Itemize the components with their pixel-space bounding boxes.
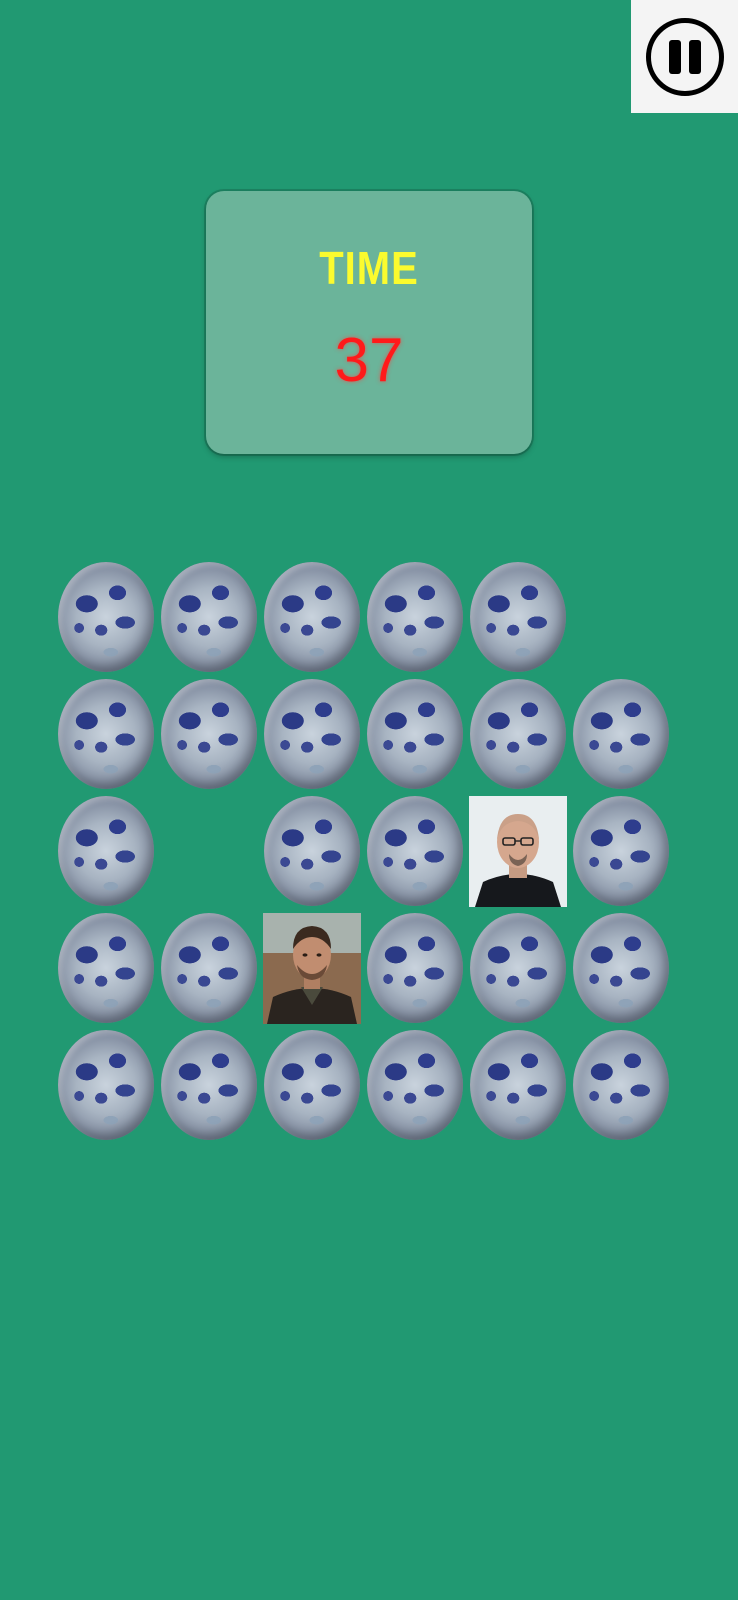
moon-card[interactable] [470, 1030, 566, 1140]
moon-card[interactable] [58, 796, 154, 906]
moon-card[interactable] [573, 913, 669, 1023]
moon-card[interactable] [470, 913, 566, 1023]
pause-button[interactable] [631, 0, 738, 113]
timer-value: 37 [334, 326, 404, 395]
pause-icon [645, 17, 724, 96]
moon-card[interactable] [161, 913, 257, 1023]
moon-card[interactable] [58, 562, 154, 672]
moon-card[interactable] [573, 679, 669, 789]
face-young-man-card[interactable] [263, 913, 361, 1024]
moon-card[interactable] [58, 913, 154, 1023]
moon-card[interactable] [264, 562, 360, 672]
timer-label: TIME [319, 243, 419, 295]
moon-card[interactable] [367, 1030, 463, 1140]
moon-card[interactable] [161, 1030, 257, 1140]
moon-card[interactable] [573, 796, 669, 906]
card-grid [58, 562, 682, 1142]
moon-card[interactable] [367, 562, 463, 672]
timer-panel: TIME 37 [206, 191, 532, 454]
moon-card[interactable] [367, 796, 463, 906]
moon-card[interactable] [367, 679, 463, 789]
moon-card[interactable] [58, 679, 154, 789]
moon-card[interactable] [264, 679, 360, 789]
moon-card[interactable] [367, 913, 463, 1023]
moon-card[interactable] [58, 1030, 154, 1140]
moon-card[interactable] [573, 1030, 669, 1140]
moon-card[interactable] [264, 796, 360, 906]
moon-card[interactable] [161, 679, 257, 789]
moon-card[interactable] [161, 562, 257, 672]
moon-card[interactable] [470, 562, 566, 672]
moon-card[interactable] [264, 1030, 360, 1140]
moon-card[interactable] [470, 679, 566, 789]
face-bald-man-card[interactable] [469, 796, 567, 907]
